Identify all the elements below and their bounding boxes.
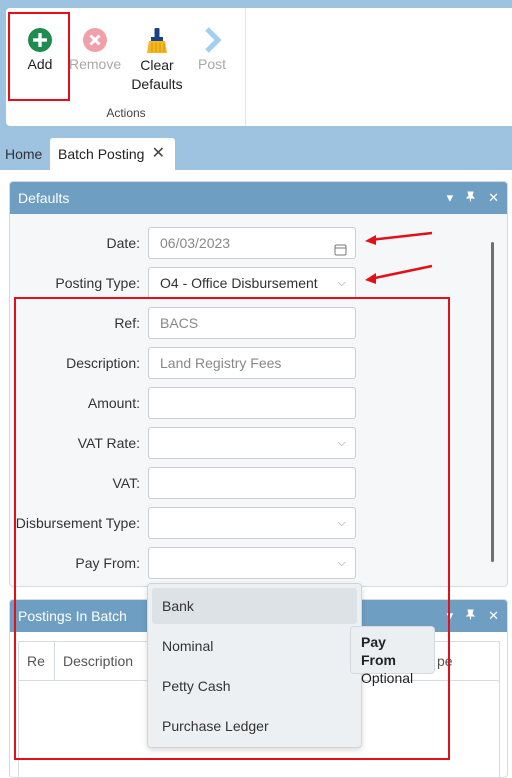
actions-caption: Actions [106,106,146,120]
close-icon[interactable]: ✕ [488,182,499,214]
date-value: 06/03/2023 [160,235,231,251]
post-label: Post [197,56,226,72]
date-row: Date: [10,227,148,259]
posting-type-select[interactable]: O4 - Office Disbursement ⌵ [148,267,356,299]
calendar-icon[interactable] [334,236,347,266]
arrow-date [369,231,433,242]
add-highlight-box [8,12,70,101]
pin-icon[interactable] [465,182,476,214]
posting-type-label: Posting Type: [55,275,140,291]
panel-tools: ▾ ✕ [447,182,499,214]
defaults-panel-header: Defaults ▾ ✕ [10,182,507,214]
date-field[interactable]: 06/03/2023 [148,227,356,259]
remove-label: Remove [69,56,122,72]
close-icon[interactable]: ✕ [152,138,165,170]
document-tabs: Home Batch Posting ✕ [0,138,512,170]
clear-defaults-button[interactable]: Clear Defaults [130,8,184,94]
date-label: Date: [106,235,140,251]
remove-button[interactable]: Remove [69,8,121,72]
panel-tools: ▾ ✕ [447,600,499,632]
ribbon: Add Remove Clear Defaults Post Actions [0,0,512,128]
chevron-down-icon[interactable]: ▾ [447,182,454,214]
arrow-date-head [365,235,376,245]
pin-icon[interactable] [465,600,476,632]
chevron-right-icon [198,26,226,54]
ribbon-panel: Add Remove Clear Defaults Post Actions [6,8,512,126]
arrow-posting-type [369,264,433,281]
chevron-down-icon: ⌵ [337,277,346,289]
post-button[interactable]: Post [196,8,228,72]
tab-batch-posting[interactable]: Batch Posting ✕ [50,138,175,170]
fields-highlight-box [14,297,450,760]
posting-type-value: O4 - Office Disbursement [160,275,318,291]
broom-icon [143,26,171,54]
vertical-scrollbar[interactable] [491,242,494,562]
tab-batch-posting-label: Batch Posting [58,146,145,162]
annotation-arrows [365,231,433,284]
close-icon[interactable]: ✕ [488,600,499,632]
x-circle-icon [81,26,109,54]
defaults-panel-title: Defaults [18,190,70,206]
tab-home[interactable]: Home [5,138,42,170]
posting-type-row: Posting Type: [10,267,148,299]
clear-defaults-label: Clear Defaults [131,57,183,92]
arrow-posting-type-head [365,273,376,284]
